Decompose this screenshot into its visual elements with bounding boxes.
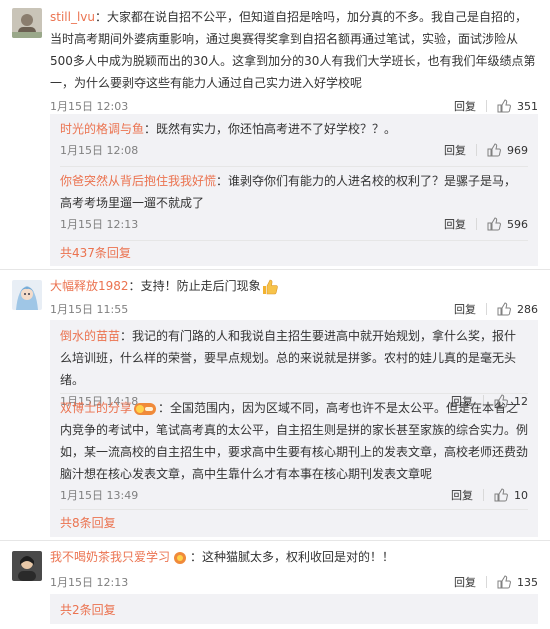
reply-item: 双博士的分享 ：全国范围内，因为区域不同，高考也许不是太公平。但是在本省之内竞争的… [60, 397, 528, 505]
reply-divider [60, 240, 528, 241]
reply-time: 1月15日 13:49 [60, 489, 139, 502]
reply-box: 倒水的苗苗：我记的有门路的人和我说自主招生要进高中就开始规划，拿什么奖，报什么培… [50, 320, 538, 537]
avatar[interactable] [12, 280, 42, 310]
reply-username[interactable]: 你爸突然从背后抱住我我好慌 [60, 174, 216, 188]
reply-item: 时光的格调与鱼：既然有实力，你还怕高考进不了好学校？？。 1月15日 12:08… [60, 118, 528, 160]
reply-button[interactable]: 回复 [454, 98, 476, 114]
comment-meta: 1月15日 11:55 回复 286 [50, 299, 538, 319]
thumbs-up-emoji [261, 278, 279, 296]
comment-time: 1月15日 12:03 [50, 100, 129, 113]
thumbs-up-icon [487, 143, 501, 157]
comment-username[interactable]: 大幅释放1982 [50, 279, 129, 293]
divider [476, 144, 477, 156]
comment-actions: 回复 135 [454, 572, 538, 592]
comment-body: still_lvu：大家都在说自招不公平，但知道自招是啥吗，加分真的不多。我自己… [50, 6, 538, 116]
reply-text: 你爸突然从背后抱住我我好慌：谁剥夺你们有能力的人进名校的权利了？是骡子是马，高考… [60, 174, 517, 210]
like-count: 969 [507, 143, 528, 157]
comment-content: 支持！防止走后门现象 [140, 279, 261, 293]
thumbs-up-icon [497, 99, 511, 113]
divider [476, 218, 477, 230]
reply-text: 倒水的苗苗：我记的有门路的人和我说自主招生要进高中就开始规划，拿什么奖，报什么培… [60, 329, 517, 387]
thumbs-up-icon [494, 488, 508, 502]
divider [486, 576, 487, 588]
reply-button[interactable]: 回复 [444, 216, 466, 232]
like-button[interactable]: 969 [487, 143, 528, 157]
comment-body: 大幅释放1982：支持！防止走后门现象 1月15日 11:55 回复 286 [50, 275, 538, 319]
like-count: 351 [517, 99, 538, 113]
reply-box: 共2条回复 [50, 594, 538, 624]
comment-content: 大家都在说自招不公平，但知道自招是啥吗，加分真的不多。我自己是自招的，当时高考期… [50, 10, 536, 90]
divider [486, 100, 487, 112]
comment-item: 大幅释放1982：支持！防止走后门现象 1月15日 11:55 回复 286 倒… [0, 270, 550, 537]
reply-actions: 回复 969 [444, 140, 528, 160]
like-button[interactable]: 286 [497, 302, 538, 316]
reply-actions: 回复 596 [444, 214, 528, 234]
reply-text: 时光的格调与鱼：既然有实力，你还怕高考进不了好学校？？。 [60, 122, 397, 136]
reply-meta: 1月15日 12:13 回复 596 [60, 214, 528, 234]
comment-meta: 1月15日 12:03 回复 351 [50, 96, 538, 116]
comment-body: 我不喝奶茶我只爱学习 ：这种猫腻太多，权利收回是对的！！ 1月15日 12:13 … [50, 546, 538, 592]
reply-username[interactable]: 时光的格调与鱼 [60, 122, 144, 136]
reply-username[interactable]: 倒水的苗苗 [60, 329, 120, 343]
comment-item: 我不喝奶茶我只爱学习 ：这种猫腻太多，权利收回是对的！！ 1月15日 12:13 … [0, 541, 550, 629]
comment-text: 大幅释放1982：支持！防止走后门现象 [50, 275, 538, 297]
comment-text: 我不喝奶茶我只爱学习 ：这种猫腻太多，权利收回是对的！！ [50, 550, 395, 565]
reply-time: 1月15日 12:13 [60, 218, 139, 231]
like-button[interactable]: 351 [497, 99, 538, 113]
avatar[interactable] [12, 8, 42, 38]
more-replies-link[interactable]: 共437条回复 [60, 244, 131, 261]
comment-actions: 回复 351 [454, 96, 538, 116]
reply-meta: 1月15日 13:49 回复 10 [60, 485, 528, 505]
comment-actions: 回复 286 [454, 299, 538, 319]
comment-meta: 1月15日 12:13 回复 135 [50, 572, 538, 592]
divider [483, 489, 484, 501]
comment-username[interactable]: 我不喝奶茶我只爱学习 [50, 550, 170, 564]
reply-button[interactable]: 回复 [454, 301, 476, 317]
reply-divider [60, 509, 528, 510]
reply-meta: 1月15日 12:08 回复 969 [60, 140, 528, 160]
reply-button[interactable]: 回复 [451, 487, 473, 503]
fan-badge-icon [172, 551, 188, 565]
reply-actions: 回复 10 [451, 485, 528, 505]
reply-button[interactable]: 回复 [454, 574, 476, 590]
like-button[interactable]: 135 [497, 575, 538, 589]
comment-content: 这种猫腻太多，权利收回是对的！！ [202, 550, 395, 564]
like-count: 135 [517, 575, 538, 589]
reply-text: 双博士的分享 ：全国范围内，因为区域不同，高考也许不是太公平。但是在本省之内竞争的… [60, 401, 529, 481]
divider [486, 303, 487, 315]
comment-time: 1月15日 11:55 [50, 303, 129, 316]
reply-divider [60, 166, 528, 167]
avatar[interactable] [12, 551, 42, 581]
reply-username[interactable]: 双博士的分享 [60, 401, 132, 415]
like-count: 10 [514, 488, 528, 502]
reply-box: 时光的格调与鱼：既然有实力，你还怕高考进不了好学校？？。 1月15日 12:08… [50, 114, 538, 266]
reply-time: 1月15日 12:08 [60, 144, 139, 157]
thumbs-up-icon [497, 575, 511, 589]
comment-list: still_lvu：大家都在说自招不公平，但知道自招是啥吗，加分真的不多。我自己… [0, 0, 550, 629]
reply-item: 你爸突然从背后抱住我我好慌：谁剥夺你们有能力的人进名校的权利了？是骡子是马，高考… [60, 170, 528, 234]
reply-content: 既然有实力，你还怕高考进不了好学校？？。 [156, 122, 397, 136]
reply-button[interactable]: 回复 [444, 142, 466, 158]
comment-time: 1月15日 12:13 [50, 576, 129, 589]
comment-username[interactable]: still_lvu [50, 10, 95, 24]
like-button[interactable]: 10 [494, 488, 528, 502]
like-count: 596 [507, 217, 528, 231]
like-button[interactable]: 596 [487, 217, 528, 231]
thumbs-up-icon [487, 217, 501, 231]
more-replies-link[interactable]: 共2条回复 [60, 601, 116, 618]
comment-item: still_lvu：大家都在说自招不公平，但知道自招是啥吗，加分真的不多。我自己… [0, 0, 550, 266]
reply-divider [60, 393, 528, 394]
thumbs-up-icon [497, 302, 511, 316]
fan-badge-icon [134, 402, 157, 415]
comment-text: still_lvu：大家都在说自招不公平，但知道自招是啥吗，加分真的不多。我自己… [50, 10, 536, 90]
more-replies-link[interactable]: 共8条回复 [60, 514, 116, 531]
like-count: 286 [517, 302, 538, 316]
